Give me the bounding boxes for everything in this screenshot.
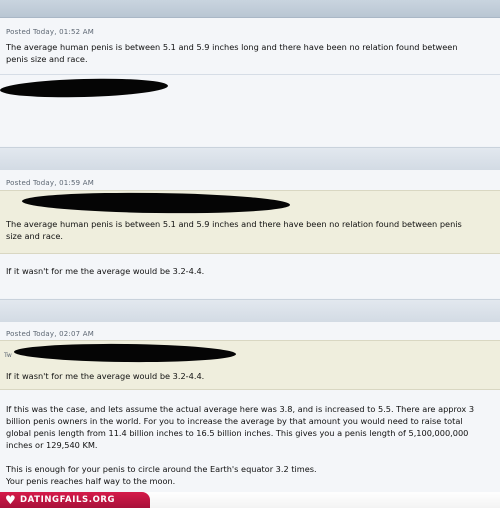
post-separator bbox=[0, 147, 500, 171]
redaction-mark bbox=[13, 342, 237, 364]
quote-line: size and race. bbox=[6, 231, 64, 241]
forum-header-bar bbox=[0, 0, 500, 18]
post-timestamp: Posted Today, 01:59 AM bbox=[6, 179, 94, 187]
brand-badge: ♥ DATINGFAILS.ORG bbox=[0, 492, 150, 508]
post-1: Posted Today, 01:52 AM The average human… bbox=[0, 18, 500, 146]
post-body-paragraph: This is enough for your penis to circle … bbox=[6, 463, 492, 487]
post-2: Posted Today, 01:59 AM The average human… bbox=[0, 170, 500, 298]
quote-text: The average human penis is between 5.1 a… bbox=[6, 218, 492, 242]
post-body-line: If this was the case, and lets assume th… bbox=[6, 404, 475, 414]
post-body: If it wasn't for me the average would be… bbox=[6, 266, 205, 276]
quote-block: The average human penis is between 5.1 a… bbox=[0, 190, 500, 254]
redaction-mark bbox=[0, 76, 169, 100]
quote-text: If it wasn't for me the average would be… bbox=[6, 371, 205, 381]
post-separator bbox=[0, 299, 500, 323]
post-body-line: billion penis owners in the world. For y… bbox=[6, 416, 463, 426]
post-body-line: penis size and race. bbox=[6, 54, 88, 64]
post-body-line: Your penis reaches half way to the moon. bbox=[6, 476, 176, 486]
quote-author-prefix: Tw bbox=[4, 352, 12, 359]
post-body-line: global penis length from 11.4 billion in… bbox=[6, 428, 469, 438]
quote-block: Tw If it wasn't for me the average would… bbox=[0, 340, 500, 390]
post-body: The average human penis is between 5.1 a… bbox=[6, 41, 492, 65]
site-footer: ♥ DATINGFAILS.ORG bbox=[0, 492, 500, 508]
post-3: Posted Today, 02:07 AM Tw If it wasn't f… bbox=[0, 322, 500, 492]
heart-icon: ♥ bbox=[5, 493, 16, 507]
post-body-paragraph: If this was the case, and lets assume th… bbox=[6, 403, 492, 451]
quote-line: The average human penis is between 5.1 a… bbox=[6, 219, 462, 229]
post-body-line: inches or 129,540 KM. bbox=[6, 440, 98, 450]
post-body-line: This is enough for your penis to circle … bbox=[6, 464, 317, 474]
post-timestamp: Posted Today, 01:52 AM bbox=[6, 28, 94, 36]
redaction-mark bbox=[21, 191, 291, 215]
post-body-line: The average human penis is between 5.1 a… bbox=[6, 42, 458, 52]
divider bbox=[0, 74, 500, 75]
site-logo: DATINGFAILS.ORG bbox=[20, 495, 116, 505]
post-timestamp: Posted Today, 02:07 AM bbox=[6, 330, 94, 338]
